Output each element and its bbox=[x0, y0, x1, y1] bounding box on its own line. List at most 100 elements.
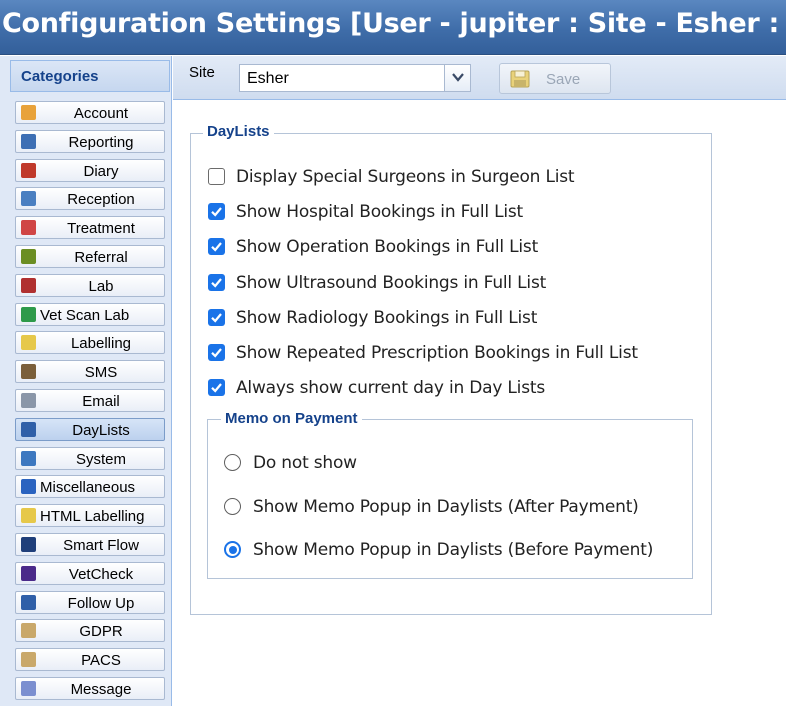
radio-unselected[interactable] bbox=[224, 454, 241, 471]
envelope-icon bbox=[21, 393, 36, 408]
checkbox-checked[interactable] bbox=[208, 203, 225, 221]
sidebar-item-label: DayLists bbox=[72, 421, 130, 439]
memo-option-row[interactable]: Show Memo Popup in Daylists (Before Paym… bbox=[224, 539, 684, 561]
sidebar-item-message[interactable]: Message bbox=[15, 677, 165, 700]
followup-icon bbox=[21, 594, 36, 610]
info-icon bbox=[21, 479, 36, 495]
site-select[interactable]: Esher bbox=[239, 64, 471, 92]
categories-header: Categories bbox=[10, 60, 170, 92]
sidebar-item-label: GDPR bbox=[79, 623, 123, 641]
sidebar-item-html-labelling[interactable]: HTML Labelling bbox=[15, 504, 165, 528]
radio-unselected[interactable] bbox=[224, 498, 241, 515]
pacs-icon bbox=[21, 652, 36, 668]
sidebar-item-system[interactable]: System bbox=[15, 446, 165, 470]
treatment-icon bbox=[21, 220, 36, 236]
checkbox-unchecked[interactable] bbox=[208, 168, 225, 185]
daylists-option-row[interactable]: Show Repeated Prescription Bookings in F… bbox=[208, 342, 698, 364]
sidebar-item-account[interactable]: Account bbox=[15, 101, 165, 124]
site-select-trigger[interactable] bbox=[444, 65, 470, 91]
sidebar-item-treatment[interactable]: Treatment bbox=[15, 216, 165, 240]
memo-option-label[interactable]: Show Memo Popup in Daylists (Before Paym… bbox=[253, 540, 653, 560]
sidebar-item-label: Treatment bbox=[67, 220, 135, 238]
checkbox-checked[interactable] bbox=[208, 379, 225, 397]
daylists-option-label[interactable]: Always show current day in Day Lists bbox=[236, 378, 545, 398]
system-icon bbox=[21, 450, 36, 466]
sidebar-item-vetcheck[interactable]: VetCheck bbox=[15, 561, 165, 585]
sidebar-item-label: Lab bbox=[88, 277, 114, 295]
toolbar: Site Esher Save bbox=[173, 56, 786, 100]
sidebar-item-lab[interactable]: Lab bbox=[15, 273, 165, 297]
checkbox-checked[interactable] bbox=[208, 273, 225, 291]
sidebar-item-pacs[interactable]: PACS bbox=[15, 648, 165, 672]
report-icon bbox=[21, 133, 36, 149]
checkmark-icon bbox=[211, 383, 222, 393]
daylists-option-label[interactable]: Display Special Surgeons in Surgeon List bbox=[236, 167, 575, 187]
memo-option-label[interactable]: Do not show bbox=[253, 453, 357, 473]
sidebar-item-sms[interactable]: SMS bbox=[15, 360, 165, 384]
gdpr-icon bbox=[21, 623, 36, 639]
sidebar-item-diary[interactable]: Diary bbox=[15, 158, 165, 182]
message-icon bbox=[21, 681, 36, 696]
sidebar-item-reporting[interactable]: Reporting bbox=[15, 129, 165, 153]
sidebar-item-vet-scan-lab[interactable]: Vet Scan Lab bbox=[15, 302, 165, 326]
vetcheck-icon bbox=[21, 565, 36, 581]
floppy-disk-icon bbox=[510, 70, 530, 92]
radio-selected[interactable] bbox=[224, 541, 241, 558]
phone-icon bbox=[21, 364, 36, 380]
sidebar-item-label: Referral bbox=[74, 249, 128, 266]
sidebar-item-gdpr[interactable]: GDPR bbox=[15, 619, 165, 643]
sidebar-item-daylists[interactable]: DayLists bbox=[15, 417, 165, 441]
memo-option-label[interactable]: Show Memo Popup in Daylists (After Payme… bbox=[253, 497, 639, 517]
sidebar-item-miscellaneous[interactable]: Miscellaneous bbox=[15, 475, 165, 499]
sidebar-item-smart-flow[interactable]: Smart Flow bbox=[15, 533, 165, 556]
window-titlebar: Configuration Settings [User - jupiter :… bbox=[0, 0, 786, 55]
save-button-label: Save bbox=[546, 71, 581, 88]
daylists-option-row[interactable]: Show Operation Bookings in Full List bbox=[208, 236, 698, 258]
daylists-option-row[interactable]: Show Hospital Bookings in Full List bbox=[208, 201, 698, 223]
sidebar-item-label: SMS bbox=[84, 364, 118, 382]
sidebar-item-label: Diary bbox=[83, 162, 119, 180]
sidebar-item-referral[interactable]: Referral bbox=[15, 245, 165, 268]
window-title: Configuration Settings [User - jupiter :… bbox=[2, 8, 786, 39]
daylists-option-label[interactable]: Show Operation Bookings in Full List bbox=[236, 237, 538, 257]
sidebar-item-label: HTML Labelling bbox=[40, 508, 145, 526]
sidebar-item-label: Vet Scan Lab bbox=[40, 306, 130, 324]
daylists-option-label[interactable]: Show Repeated Prescription Bookings in F… bbox=[236, 343, 638, 363]
list-icon bbox=[21, 421, 36, 437]
site-label: Site bbox=[189, 64, 215, 81]
daylists-option-label[interactable]: Show Ultrasound Bookings in Full List bbox=[236, 273, 546, 293]
daylists-option-label[interactable]: Show Radiology Bookings in Full List bbox=[236, 308, 537, 328]
checkbox-checked[interactable] bbox=[208, 308, 225, 326]
memo-option-row[interactable]: Show Memo Popup in Daylists (After Payme… bbox=[224, 496, 684, 518]
sidebar-item-labelling[interactable]: Labelling bbox=[15, 331, 165, 355]
sidebar-item-label: Miscellaneous bbox=[40, 479, 136, 497]
site-select-value: Esher bbox=[247, 70, 289, 87]
sidebar-item-reception[interactable]: Reception bbox=[15, 187, 165, 211]
checkmark-icon bbox=[211, 242, 222, 253]
sidebar-item-label: Follow Up bbox=[67, 594, 135, 612]
daylists-option-label[interactable]: Show Hospital Bookings in Full List bbox=[236, 202, 523, 222]
sidebar-item-email[interactable]: Email bbox=[15, 389, 165, 412]
sidebar-item-label: Labelling bbox=[70, 335, 132, 353]
smartflow-icon bbox=[21, 537, 36, 552]
daylists-option-row[interactable]: Always show current day in Day Lists bbox=[208, 377, 698, 399]
save-button[interactable]: Save bbox=[499, 63, 611, 94]
sidebar-item-label: Email bbox=[82, 393, 120, 410]
vetscan-icon bbox=[21, 306, 36, 322]
memo-option-row[interactable]: Do not show bbox=[224, 452, 684, 474]
daylists-option-row[interactable]: Show Ultrasound Bookings in Full List bbox=[208, 272, 698, 294]
sidebar-item-label: Smart Flow bbox=[63, 537, 139, 554]
sidebar-item-label: PACS bbox=[81, 652, 121, 670]
calendar-icon bbox=[21, 162, 36, 178]
sidebar-item-label: Reporting bbox=[68, 133, 134, 151]
sidebar-item-label: VetCheck bbox=[68, 565, 134, 583]
categories-header-label: Categories bbox=[21, 68, 99, 85]
daylists-option-row[interactable]: Display Special Surgeons in Surgeon List bbox=[208, 166, 698, 188]
magnifier-icon bbox=[21, 249, 36, 264]
daylists-option-row[interactable]: Show Radiology Bookings in Full List bbox=[208, 307, 698, 329]
checkmark-icon bbox=[211, 277, 222, 288]
checkbox-checked[interactable] bbox=[208, 344, 225, 361]
daylists-legend: DayLists bbox=[203, 123, 274, 140]
checkbox-checked[interactable] bbox=[208, 238, 225, 256]
sidebar-item-follow-up[interactable]: Follow Up bbox=[15, 590, 165, 614]
